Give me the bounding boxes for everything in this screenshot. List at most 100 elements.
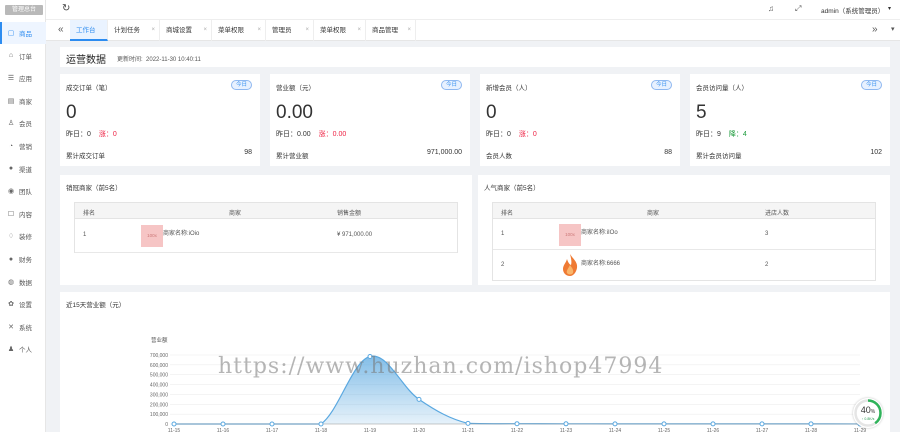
sidebar-item-label: 应用 bbox=[19, 76, 32, 84]
popular-rank-table: 排名 商家 进店人数 1 100x 商家名称:iIOo 3 2 商家名称:666… bbox=[492, 202, 876, 281]
fullscreen-icon[interactable]: ⤢ bbox=[795, 4, 801, 14]
y-tick-label: 200,000 bbox=[150, 402, 168, 408]
tab[interactable]: 商城设置 × bbox=[160, 20, 212, 41]
data-point bbox=[465, 420, 471, 426]
sidebar-item[interactable]: ✿ 设置 bbox=[0, 293, 46, 315]
progress-unit: % bbox=[870, 409, 876, 415]
sidebar-item[interactable]: ♢ 装修 bbox=[0, 225, 46, 247]
store-icon: ▤ bbox=[7, 97, 15, 105]
close-icon[interactable]: × bbox=[407, 20, 411, 41]
total-label: 累计会员访问量 bbox=[696, 153, 742, 160]
close-icon[interactable]: × bbox=[203, 20, 207, 41]
close-icon[interactable]: × bbox=[257, 20, 261, 41]
stat-title: 会员访问量（人） bbox=[696, 85, 748, 92]
sidebar-item[interactable]: ◉ 团队 bbox=[0, 180, 46, 202]
y-tick-label: 700,000 bbox=[150, 353, 168, 359]
stat-value: 0 bbox=[66, 102, 77, 123]
change-label: 涨： bbox=[98, 131, 113, 138]
stat-title: 新增会员（人） bbox=[486, 85, 532, 92]
tabs-menu-icon[interactable]: ▾ bbox=[891, 25, 895, 33]
y-axis-label: 营业额 bbox=[151, 336, 168, 344]
sidebar-item[interactable]: ⌂ 订单 bbox=[0, 45, 46, 67]
total-value: 98 bbox=[244, 149, 252, 156]
header-visitors: 进店人数 bbox=[765, 211, 790, 217]
yesterday-value: 0 bbox=[87, 131, 91, 138]
progress-speed: ↑ 0.8K/s bbox=[861, 417, 875, 421]
bag-icon: ▢ bbox=[7, 30, 15, 37]
tabs-prev-icon[interactable]: « bbox=[58, 24, 64, 35]
sidebar-item[interactable]: ◍ 数据 bbox=[0, 271, 46, 293]
x-tick-label: 11-27 bbox=[756, 428, 769, 432]
table-header: 排名 商家 销售金额 bbox=[75, 203, 457, 219]
tab[interactable]: 工作台 bbox=[70, 20, 108, 41]
period-badge[interactable]: 今日 bbox=[861, 80, 882, 90]
tab[interactable]: 管理员 × bbox=[266, 20, 314, 41]
sidebar-item[interactable]: ♟ 个人 bbox=[0, 338, 46, 360]
sidebar-item[interactable]: ● 财务 bbox=[0, 248, 46, 270]
user-menu[interactable]: admin（系统管理员） bbox=[821, 5, 884, 15]
stat-card: 新增会员（人） 今日 0 昨日：0 涨：0 会员人数 88 bbox=[480, 74, 680, 166]
stat-card: 成交订单（笔） 今日 0 昨日：0 涨：0 累计成交订单 98 bbox=[60, 74, 260, 166]
sidebar-item[interactable]: ♙ 会员 bbox=[0, 112, 46, 134]
sidebar-item[interactable]: ☰ 应用 bbox=[0, 67, 46, 89]
row-visitors: 2 bbox=[765, 262, 769, 268]
channel-icon: ● bbox=[8, 165, 14, 173]
tab-label: 工作台 bbox=[76, 27, 96, 34]
data-point bbox=[416, 396, 422, 402]
x-tick-label: 11-20 bbox=[413, 428, 426, 432]
data-point bbox=[563, 421, 569, 427]
row-merchant-name: 商家名称:iOio bbox=[163, 231, 200, 237]
close-icon[interactable]: × bbox=[357, 20, 361, 41]
close-icon[interactable]: × bbox=[305, 20, 309, 41]
x-tick-label: 11-23 bbox=[560, 428, 573, 432]
bell-icon[interactable]: ♫ bbox=[768, 4, 774, 13]
tabs-next-icon[interactable]: » bbox=[872, 24, 878, 35]
tab[interactable]: 菜单权限 × bbox=[212, 20, 266, 41]
sidebar-item[interactable]: ◔ 营销 bbox=[0, 135, 46, 157]
sidebar-item[interactable]: ● 渠道 bbox=[0, 158, 46, 180]
sidebar-item-label: 个人 bbox=[19, 347, 32, 355]
table-header: 排名 商家 进店人数 bbox=[493, 203, 875, 219]
data-icon: ◍ bbox=[7, 278, 15, 286]
system-icon: ✕ bbox=[8, 323, 14, 331]
sidebar-item-label: 商品 bbox=[19, 31, 32, 38]
period-badge[interactable]: 今日 bbox=[651, 80, 672, 90]
period-badge[interactable]: 今日 bbox=[441, 80, 462, 90]
data-point bbox=[612, 421, 618, 427]
progress-value: 40% bbox=[853, 405, 883, 415]
tab-label: 计划任务 bbox=[114, 27, 140, 34]
marketing-icon: ◔ bbox=[8, 142, 14, 150]
row-visitors: 3 bbox=[765, 231, 769, 237]
table-row[interactable]: 2 商家名称:6666 2 bbox=[493, 250, 875, 281]
tab[interactable]: 计划任务 × bbox=[108, 20, 160, 41]
sales-rank-title: 销冠商家（前5名） bbox=[66, 185, 122, 192]
period-badge[interactable]: 今日 bbox=[231, 80, 252, 90]
sidebar-item[interactable]: ☐ 内容 bbox=[0, 203, 46, 225]
sidebar-item[interactable]: ✕ 系统 bbox=[0, 316, 46, 338]
close-icon[interactable]: × bbox=[151, 20, 155, 41]
stat-value: 0.00 bbox=[276, 102, 313, 123]
total-value: 102 bbox=[870, 149, 882, 156]
row-merchant-name: 商家名称:6666 bbox=[581, 261, 621, 267]
apps-icon: ☰ bbox=[7, 75, 15, 83]
network-progress-widget[interactable]: 40% ↑ 0.8K/s bbox=[853, 398, 883, 428]
sidebar-item[interactable]: ▢ 商品 bbox=[0, 22, 46, 44]
updated-time: 更新时间: 2022-11-30 10:40:11 bbox=[117, 54, 201, 63]
tab[interactable]: 商品管理 × bbox=[366, 20, 416, 41]
y-tick-label: 600,000 bbox=[150, 363, 168, 369]
chevron-down-icon[interactable]: ▾ bbox=[888, 5, 891, 12]
refresh-icon[interactable]: ↻ bbox=[62, 3, 70, 14]
x-tick-label: 11-22 bbox=[511, 428, 524, 432]
logo: 管理总台 bbox=[5, 5, 43, 15]
tab[interactable]: 菜单权限 × bbox=[314, 20, 366, 41]
header-rank: 排名 bbox=[501, 211, 514, 217]
sidebar-item[interactable]: ▤ 商家 bbox=[0, 90, 46, 112]
table-row[interactable]: 1 100x 商家名称:iOio ¥ 971,000.00 bbox=[75, 219, 457, 253]
row-rank: 1 bbox=[501, 231, 505, 237]
sidebar: 管理总台 ▢ 商品 ⌂ 订单 ☰ 应用 ▤ 商家 ♙ 会员 ◔ 营销 ● 渠道 ◉ 团队 ☐ 内容 ♢ 装修 ● 财务 ◍ 数… bbox=[0, 0, 46, 432]
updated-value: 2022-11-30 10:40:11 bbox=[146, 57, 201, 63]
yesterday-label: 昨日： bbox=[276, 131, 297, 138]
table-row[interactable]: 1 100x 商家名称:iIOo 3 bbox=[493, 219, 875, 250]
total-label: 累计营业额 bbox=[276, 153, 309, 160]
sales-rank-panel: 销冠商家（前5名） 排名 商家 销售金额 1 100x 商家名称:iOio ¥ … bbox=[60, 175, 472, 285]
